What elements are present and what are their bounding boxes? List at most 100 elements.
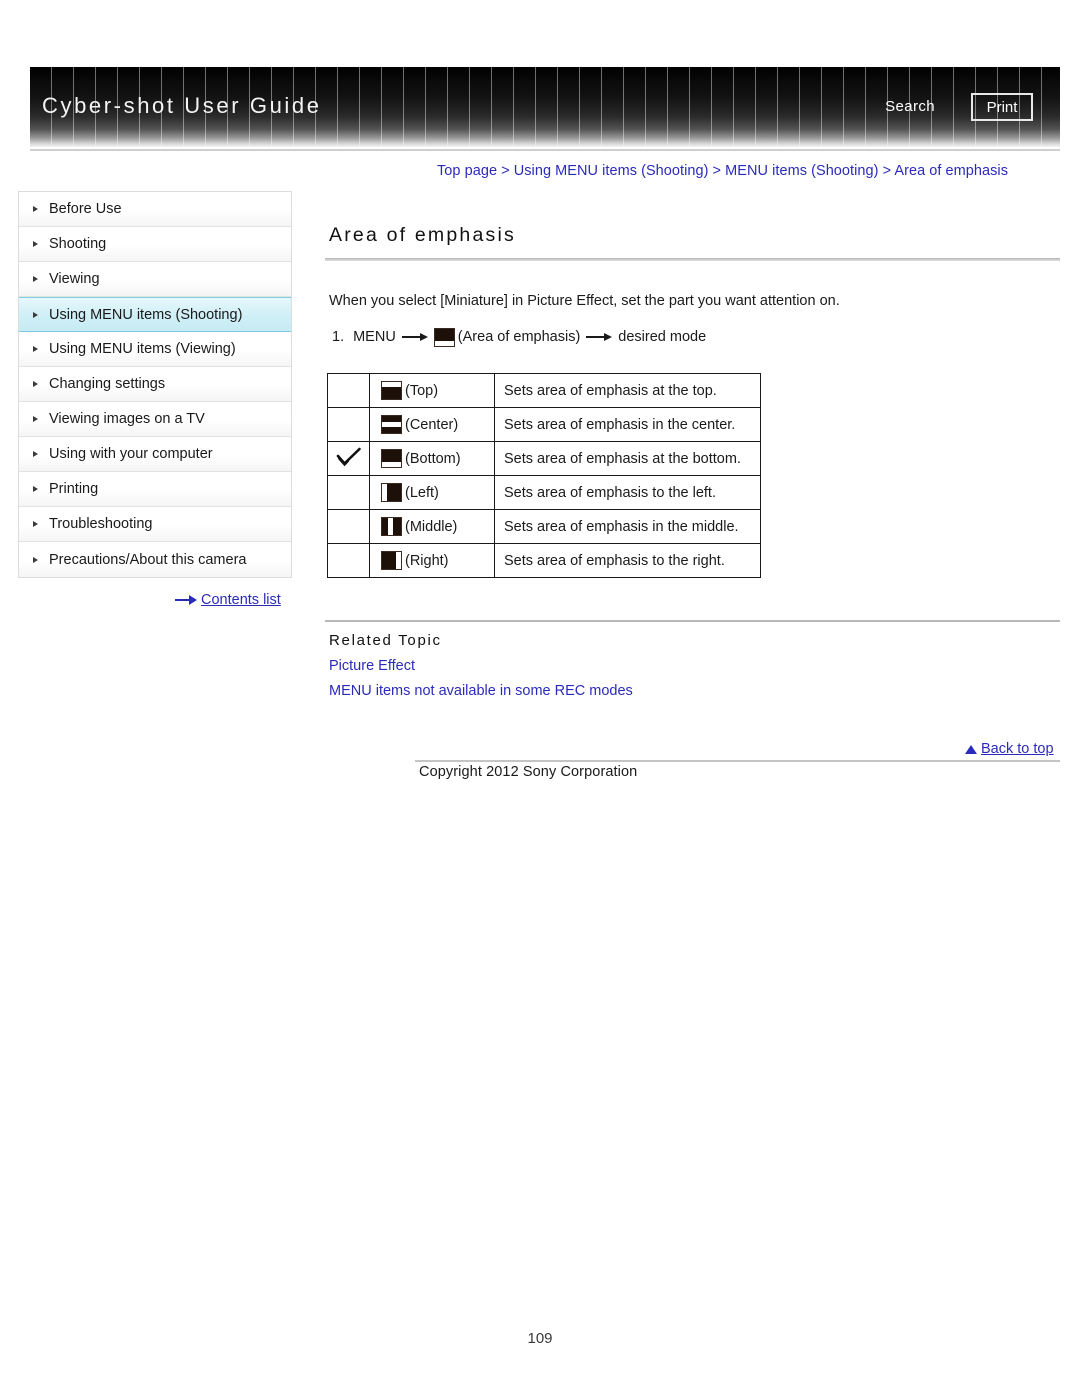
step-number: 1. [332, 329, 345, 345]
emphasis-modes-table: (Top) Sets area of emphasis at the top. … [327, 373, 761, 578]
search-button[interactable]: Search [885, 98, 935, 115]
bullet-arrow-icon [33, 451, 38, 457]
triangle-up-icon [965, 744, 977, 754]
print-button[interactable]: Print [971, 93, 1033, 121]
table-row[interactable]: (Middle) Sets area of emphasis in the mi… [327, 509, 761, 544]
page-title: Area of emphasis [329, 224, 516, 246]
intro-paragraph: When you select [Miniature] in Picture E… [329, 293, 840, 309]
emphasis-right-icon [381, 551, 402, 570]
bullet-arrow-icon [33, 521, 38, 527]
bullet-arrow-icon [33, 241, 38, 247]
emphasis-middle-icon [381, 517, 402, 536]
sidebar-navigation: Before Use Shooting Viewing Using MENU i… [18, 191, 292, 578]
mode-description: Sets area of emphasis at the top. [494, 373, 761, 408]
step-instruction: 1. MENU (Area of emphasis) desired mode [332, 327, 1060, 347]
selected-check-cell [327, 475, 370, 510]
footer-divider [415, 760, 1060, 762]
step-menu-label: MENU [353, 329, 396, 345]
sidebar-item-changing-settings[interactable]: Changing settings [19, 367, 291, 402]
main-content: Area of emphasis When you select [Miniat… [325, 222, 1060, 699]
header-banner: Cyber-shot User Guide Search Print [30, 67, 1060, 147]
mode-description: Sets area of emphasis at the bottom. [494, 441, 761, 476]
breadcrumb[interactable]: Top page > Using MENU items (Shooting) >… [437, 163, 1008, 179]
mode-cell: (Center) [369, 407, 495, 442]
bullet-arrow-icon [33, 416, 38, 422]
sidebar-item-label: Troubleshooting [49, 516, 153, 532]
sidebar-item-using-menu-items-shooting[interactable]: Using MENU items (Shooting) [19, 297, 291, 332]
sidebar-item-precautions-about-this-camera[interactable]: Precautions/About this camera [19, 542, 291, 577]
mode-description: Sets area of emphasis in the middle. [494, 509, 761, 544]
mode-cell: (Middle) [369, 509, 495, 544]
bullet-arrow-icon [33, 311, 38, 318]
arrow-right-icon [175, 595, 197, 605]
related-link-menu-items-not-available[interactable]: MENU items not available in some REC mod… [329, 683, 1060, 699]
mode-cell: (Bottom) [369, 441, 495, 476]
page-number: 109 [527, 1330, 553, 1347]
bullet-arrow-icon [33, 346, 38, 352]
back-to-top-label: Back to top [981, 741, 1054, 757]
emphasis-bottom-icon [433, 327, 455, 347]
selected-check-cell [327, 543, 370, 578]
sidebar-item-using-menu-items-viewing[interactable]: Using MENU items (Viewing) [19, 332, 291, 367]
selected-check-cell [327, 509, 370, 544]
mode-label: (Middle) [405, 518, 458, 535]
related-topic-heading: Related Topic [329, 632, 442, 649]
mode-label: (Right) [405, 552, 449, 569]
site-title: Cyber-shot User Guide [42, 93, 322, 118]
bullet-arrow-icon [33, 556, 38, 563]
sidebar-item-label: Viewing [49, 271, 100, 287]
table-row[interactable]: (Left) Sets area of emphasis to the left… [327, 475, 761, 510]
mode-label: (Center) [405, 416, 459, 433]
mode-label: (Bottom) [405, 450, 461, 467]
back-to-top-link[interactable]: Back to top [965, 741, 1054, 757]
sidebar-item-label: Shooting [49, 236, 107, 252]
arrow-right-icon [586, 331, 613, 343]
copyright-notice: Copyright 2012 Sony Corporation [419, 764, 638, 780]
sidebar-item-label: Precautions/About this camera [49, 551, 247, 568]
table-row[interactable]: (Top) Sets area of emphasis at the top. [327, 373, 761, 408]
related-topic-divider [325, 620, 1060, 622]
sidebar-item-before-use[interactable]: Before Use [19, 192, 291, 227]
emphasis-top-icon [381, 381, 402, 400]
mode-description: Sets area of emphasis in the center. [494, 407, 761, 442]
title-divider [325, 258, 1060, 261]
selected-check-cell [327, 407, 370, 442]
table-row[interactable]: (Bottom) Sets area of emphasis at the bo… [327, 441, 761, 476]
bullet-arrow-icon [33, 276, 38, 282]
sidebar-item-label: Using with your computer [49, 446, 213, 462]
mode-label: (Left) [405, 484, 439, 501]
sidebar-item-label: Before Use [49, 201, 122, 217]
emphasis-center-icon [381, 415, 402, 434]
sidebar-item-viewing[interactable]: Viewing [19, 262, 291, 297]
bullet-arrow-icon [33, 381, 38, 387]
mode-label: (Top) [405, 382, 439, 399]
table-row[interactable]: (Center) Sets area of emphasis in the ce… [327, 407, 761, 442]
sidebar-item-printing[interactable]: Printing [19, 472, 291, 507]
sidebar-item-label: Viewing images on a TV [49, 411, 205, 427]
contents-list-link[interactable]: Contents list [175, 592, 281, 608]
emphasis-bottom-icon [381, 449, 402, 468]
related-link-picture-effect[interactable]: Picture Effect [329, 658, 1060, 674]
mode-cell: (Right) [369, 543, 495, 578]
contents-list-label: Contents list [201, 592, 281, 608]
sidebar-item-shooting[interactable]: Shooting [19, 227, 291, 262]
table-row[interactable]: (Right) Sets area of emphasis to the rig… [327, 543, 761, 578]
selected-check-cell [327, 373, 370, 408]
header-divider [30, 149, 1060, 151]
arrow-right-icon [401, 331, 428, 343]
bullet-arrow-icon [33, 486, 38, 492]
sidebar-item-label: Changing settings [49, 376, 166, 392]
emphasis-left-icon [381, 483, 402, 502]
sidebar-item-troubleshooting[interactable]: Troubleshooting [19, 507, 291, 542]
mode-description: Sets area of emphasis to the left. [494, 475, 761, 510]
step-icon-label: (Area of emphasis) [457, 329, 581, 345]
sidebar-item-viewing-images-on-a-tv[interactable]: Viewing images on a TV [19, 402, 291, 437]
checkmark-icon [336, 447, 362, 467]
mode-description: Sets area of emphasis to the right. [494, 543, 761, 578]
selected-check-cell [327, 441, 370, 476]
sidebar-item-label: Using MENU items (Viewing) [49, 341, 236, 357]
sidebar-item-using-with-your-computer[interactable]: Using with your computer [19, 437, 291, 472]
mode-cell: (Left) [369, 475, 495, 510]
sidebar-item-label: Using MENU items (Shooting) [49, 306, 243, 323]
sidebar-item-label: Printing [49, 481, 99, 497]
